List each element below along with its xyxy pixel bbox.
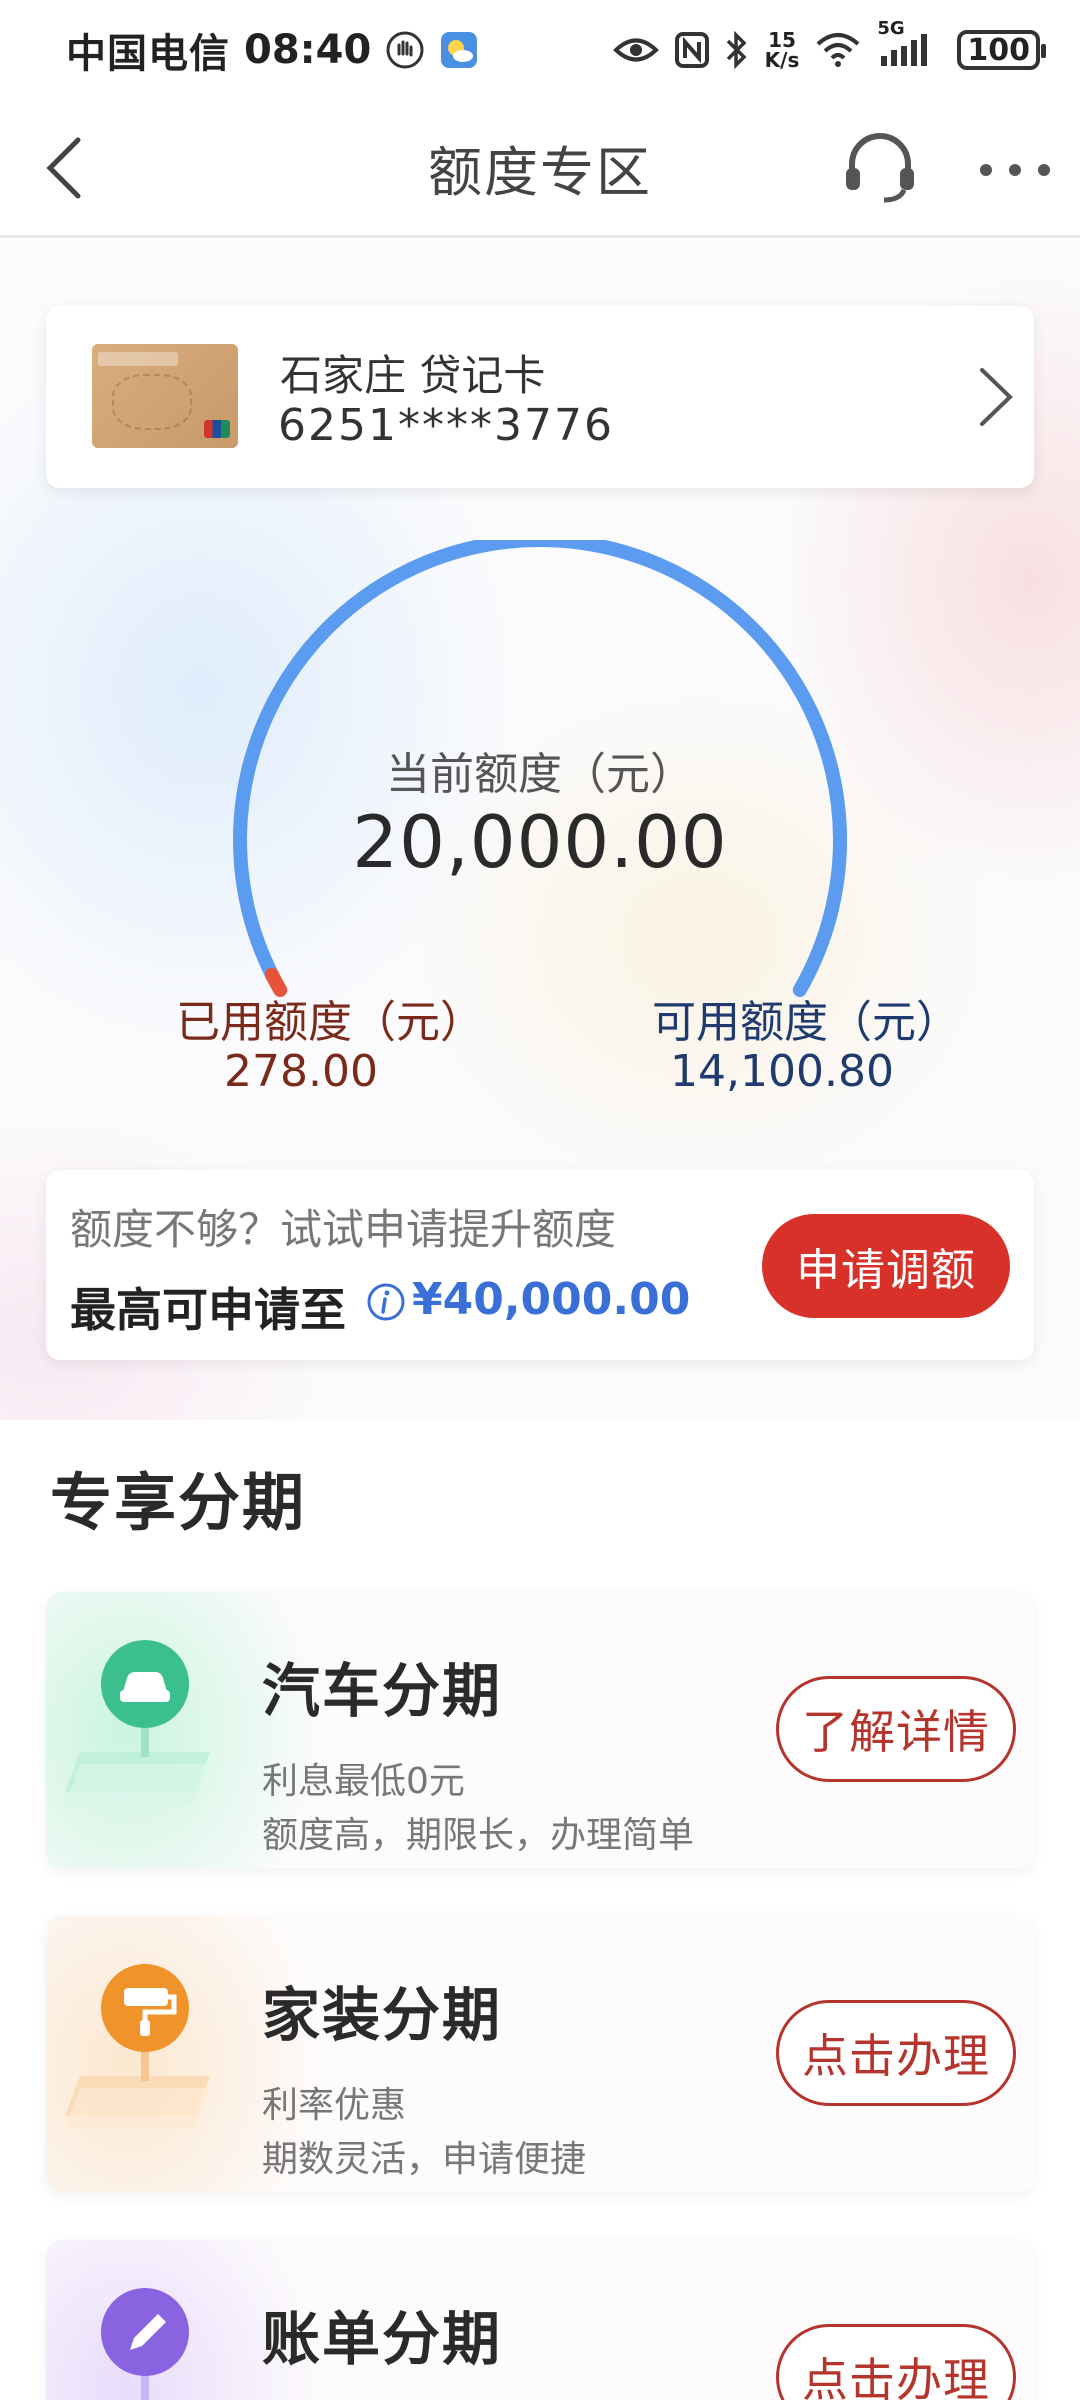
nav-header: 额度专区: [0, 100, 1080, 238]
hand-icon: [385, 30, 425, 70]
apply-now-button[interactable]: 点击办理: [776, 2324, 1016, 2400]
network-speed-value: 15: [768, 28, 796, 52]
apply-now-button[interactable]: 点击办理: [776, 2000, 1016, 2106]
network-speed: 15 K/s: [765, 30, 800, 70]
dot-icon: [1038, 164, 1050, 176]
installment-description: 额度高，期限长，办理简单: [262, 1815, 695, 1856]
bank-card-thumbnail: [92, 344, 238, 448]
headset-icon: [846, 133, 914, 203]
increase-prompt: 额度不够？试试申请提升额度: [70, 1205, 617, 1254]
available-limit-label: 可用额度（元）: [652, 997, 960, 1048]
current-limit-label: 当前额度（元）: [386, 749, 694, 800]
used-limit-label: 已用额度（元）: [176, 997, 484, 1048]
increase-max-label: 最高可申请至: [70, 1283, 346, 1337]
paint-roller-icon: [65, 1964, 210, 2128]
card-name: 石家庄 贷记卡: [280, 351, 546, 400]
dot-icon: [980, 164, 992, 176]
chevron-left-icon: [46, 137, 81, 199]
signal-label: 5G: [877, 18, 905, 39]
carrier-name: 中国电信: [66, 31, 230, 77]
more-options-button[interactable]: [980, 150, 1050, 190]
installment-title: 账单分期: [262, 2305, 503, 2373]
card-number: 6251****3776: [278, 400, 614, 451]
installment-card-home-decoration[interactable]: 家装分期 利率优惠 期数灵活，申请便捷 点击办理: [46, 1916, 1034, 2192]
used-limit-value: 278.00: [224, 1046, 378, 1097]
limit-increase-card: 额度不够？试试申请提升额度 最高可申请至 ¥40,000.00 申请调额: [46, 1170, 1034, 1360]
network-speed-unit: K/s: [764, 48, 800, 72]
installment-title: 家装分期: [262, 1981, 503, 2049]
battery-indicator: 100: [957, 30, 1046, 70]
available-limit-value: 14,100.80: [670, 1046, 894, 1097]
status-bar: 中国电信 08:40 15 K/s 5G 100: [0, 0, 1080, 100]
chevron-right-icon: [980, 368, 1013, 426]
dot-icon: [1009, 164, 1021, 176]
learn-more-button[interactable]: 了解详情: [776, 1676, 1016, 1782]
installment-description: 期数灵活，申请便捷: [262, 2139, 587, 2180]
back-button[interactable]: [44, 132, 104, 204]
installment-subtitle: 利息最低0元: [262, 1761, 465, 1802]
eye-icon: [612, 35, 659, 65]
installment-title: 汽车分期: [262, 1657, 503, 1725]
card-selector[interactable]: 石家庄 贷记卡 6251****3776: [46, 306, 1034, 488]
current-limit-value: 20,000.00: [352, 800, 728, 884]
car-icon: [65, 1640, 210, 1804]
wifi-icon: [815, 32, 861, 68]
installment-card-bill[interactable]: 账单分期 点击办理: [46, 2240, 1034, 2400]
status-left: 中国电信 08:40: [66, 21, 479, 79]
unionpay-logo: [204, 420, 230, 438]
pen-icon: [101, 2288, 189, 2400]
card-artwork: [112, 374, 192, 430]
increase-max-value: ¥40,000.00: [412, 1274, 691, 1325]
installment-subtitle: 利率优惠: [262, 2085, 407, 2126]
status-right: 15 K/s 5G 100: [612, 18, 1046, 70]
apply-limit-adjustment-button[interactable]: 申请调额: [762, 1214, 1010, 1318]
page-title: 额度专区: [428, 141, 652, 204]
weather-icon: [439, 30, 479, 70]
nfc-icon: [674, 32, 709, 68]
info-icon[interactable]: [366, 1282, 406, 1322]
cellular-signal-icon: 5G: [877, 18, 941, 68]
status-time: 08:40: [244, 27, 372, 73]
bluetooth-icon: [725, 31, 749, 69]
section-title: 专享分期: [50, 1466, 307, 1539]
bank-logo: [98, 352, 178, 366]
customer-service-button[interactable]: [840, 128, 920, 208]
installment-card-car[interactable]: 汽车分期 利息最低0元 额度高，期限长，办理简单 了解详情: [46, 1592, 1034, 1868]
